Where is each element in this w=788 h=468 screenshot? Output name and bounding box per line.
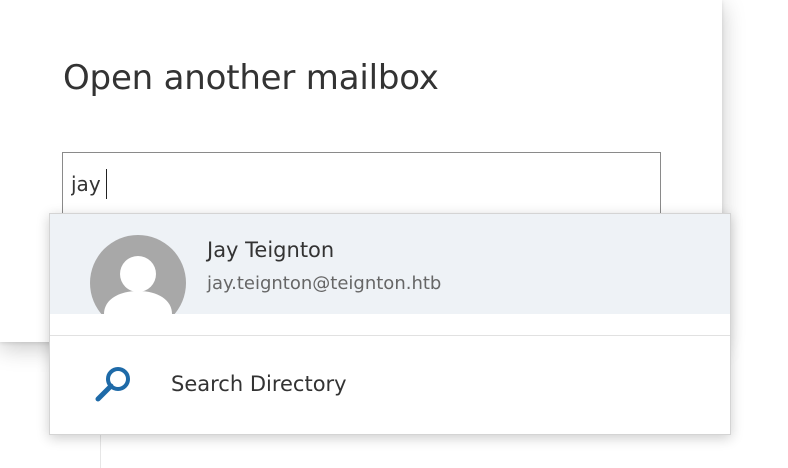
search-directory-button[interactable]: Search Directory bbox=[50, 336, 730, 434]
dialog-title: Open another mailbox bbox=[63, 58, 439, 98]
suggestions-dropdown: Jay Teignton jay.teignton@teignton.htb S… bbox=[49, 213, 731, 435]
screen: Open another mailbox Jay Teignton jay.te… bbox=[0, 0, 788, 468]
avatar-placeholder-icon bbox=[90, 235, 186, 314]
search-icon bbox=[92, 364, 134, 406]
suggestion-email: jay.teignton@teignton.htb bbox=[207, 273, 442, 294]
suggestion-item-jay-teignton[interactable]: Jay Teignton jay.teignton@teignton.htb bbox=[50, 214, 730, 314]
mailbox-search-input[interactable] bbox=[71, 169, 631, 199]
search-directory-label: Search Directory bbox=[171, 372, 347, 396]
text-caret bbox=[106, 169, 107, 199]
suggestion-name: Jay Teignton bbox=[207, 238, 335, 262]
mailbox-search-field[interactable] bbox=[62, 152, 661, 218]
